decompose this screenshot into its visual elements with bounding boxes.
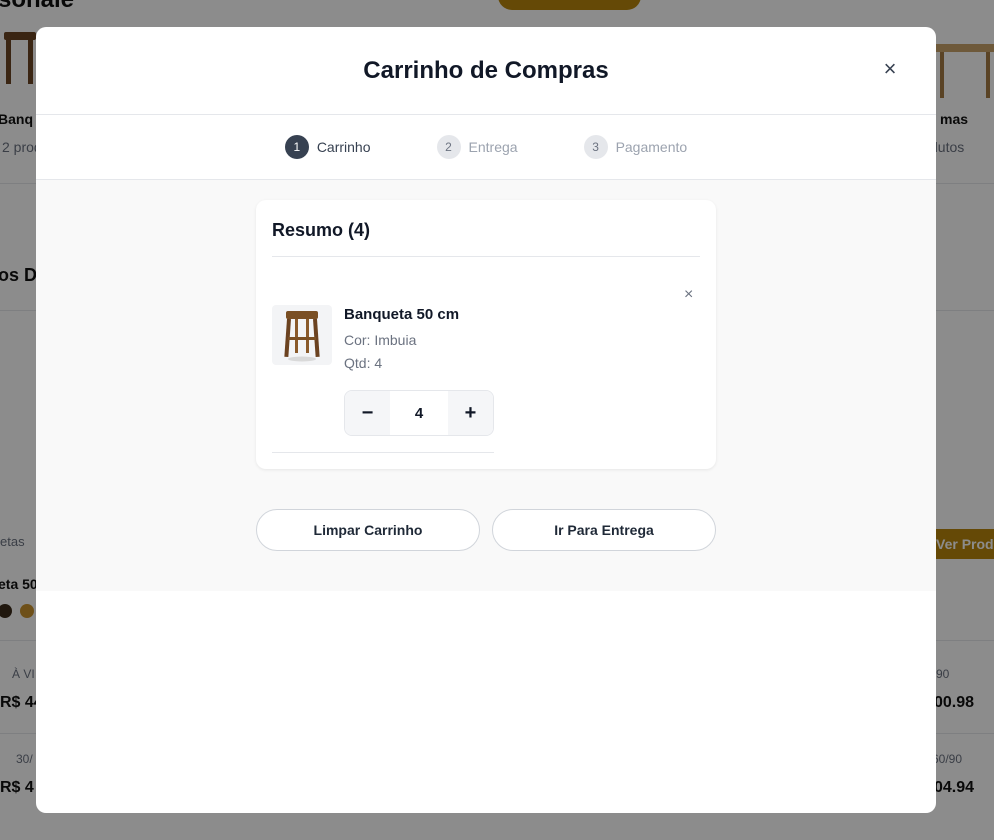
close-button[interactable]: × <box>880 56 900 81</box>
plus-icon: + <box>464 401 477 424</box>
step-number: 1 <box>284 135 309 159</box>
step-delivery[interactable]: 2 Entrega <box>436 135 518 159</box>
minus-icon: − <box>361 401 374 424</box>
step-label: Carrinho <box>316 139 371 155</box>
step-number: 2 <box>436 135 461 159</box>
clear-cart-button[interactable]: Limpar Carrinho <box>256 509 480 551</box>
step-number: 3 <box>583 135 608 159</box>
cart-actions: Limpar Carrinho Ir Para Entrega <box>256 509 716 551</box>
divider <box>272 452 494 453</box>
cart-modal: Carrinho de Compras × 1 Carrinho 2 Entre… <box>36 27 936 813</box>
increase-quantity-button[interactable]: + <box>448 391 493 435</box>
summary-card: Resumo (4) × Banqueta 50 cm Cor: Imbuia … <box>256 200 716 469</box>
divider <box>272 256 700 257</box>
close-icon: × <box>684 286 694 303</box>
cart-content: Resumo (4) × Banqueta 50 cm Cor: Imbuia … <box>36 180 936 591</box>
stool-icon <box>284 311 320 362</box>
modal-header: Carrinho de Compras × <box>36 27 936 115</box>
product-quantity-text: Qtd: 4 <box>344 355 383 371</box>
step-payment[interactable]: 3 Pagamento <box>583 135 688 159</box>
quantity-value[interactable]: 4 <box>390 391 448 435</box>
decrease-quantity-button[interactable]: − <box>345 391 390 435</box>
checkout-stepper: 1 Carrinho 2 Entrega 3 Pagamento <box>36 115 936 180</box>
modal-title: Carrinho de Compras <box>363 56 609 84</box>
product-color: Cor: Imbuia <box>344 332 417 348</box>
step-label: Entrega <box>468 139 518 155</box>
quantity-stepper: − 4 + <box>344 390 494 436</box>
go-to-delivery-button[interactable]: Ir Para Entrega <box>492 509 716 551</box>
step-label: Pagamento <box>615 139 688 155</box>
close-icon: × <box>883 56 897 81</box>
step-cart[interactable]: 1 Carrinho <box>284 135 371 159</box>
remove-item-button[interactable]: × <box>684 286 693 304</box>
product-image <box>272 305 332 365</box>
product-name: Banqueta 50 cm <box>344 306 460 323</box>
summary-title: Resumo (4) <box>272 220 371 240</box>
